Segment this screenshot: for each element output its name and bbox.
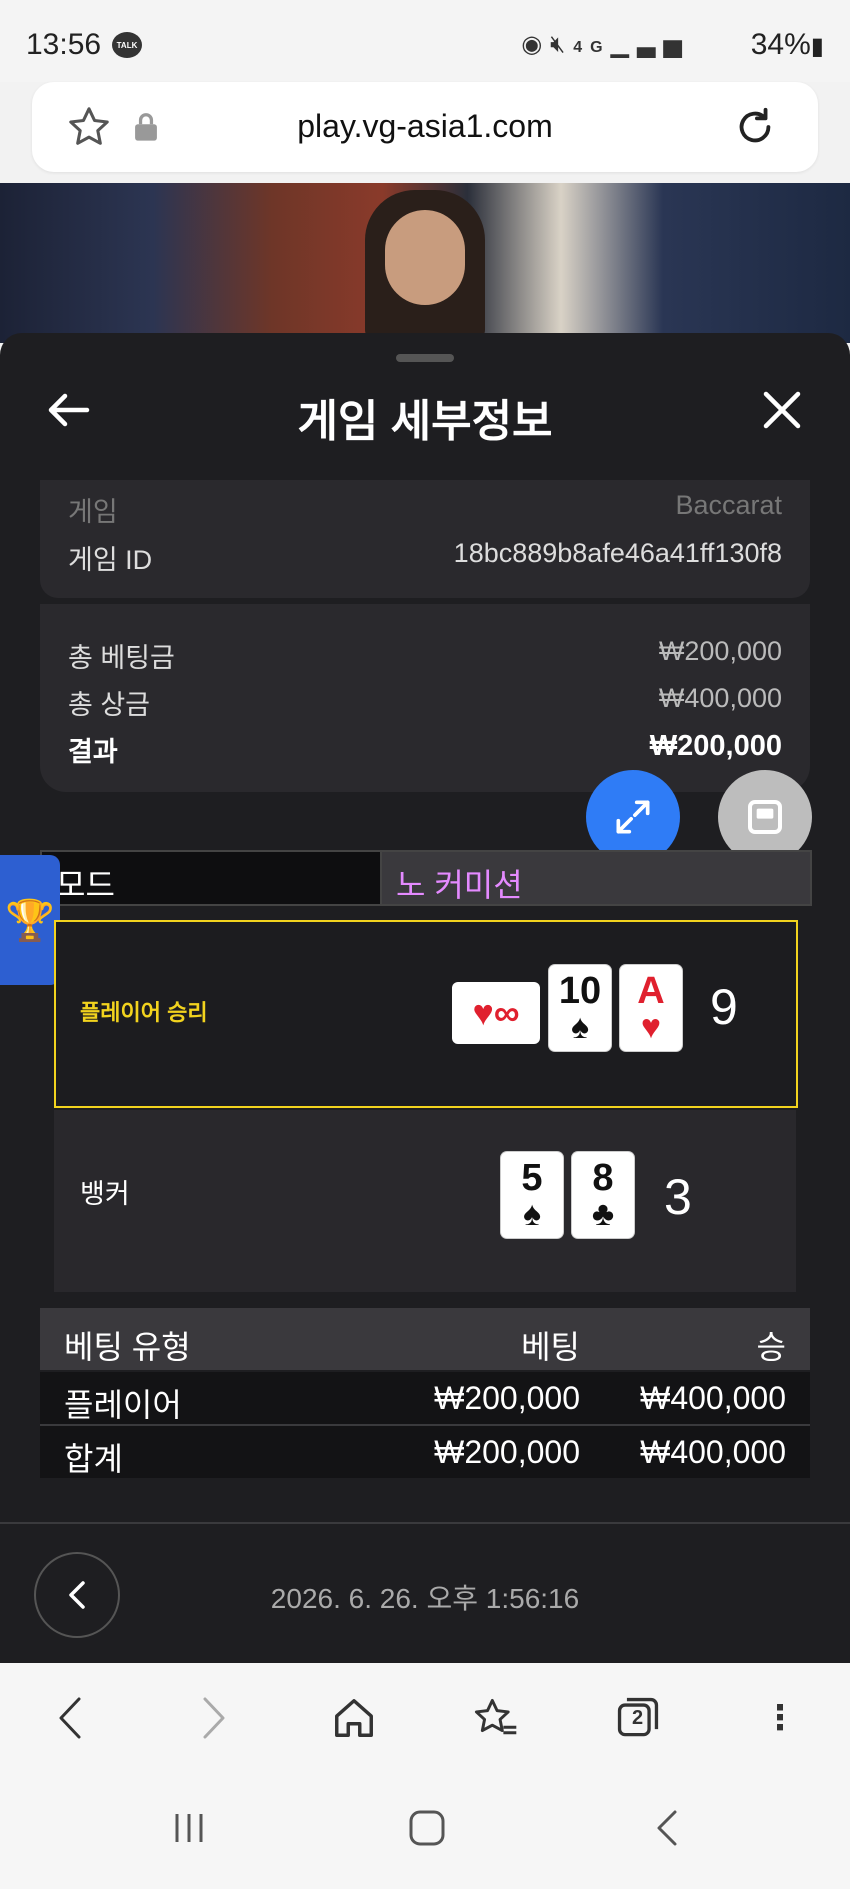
system-back-icon[interactable]	[642, 1803, 692, 1853]
status-bar: 13:56 TALK ◉🔇︎4G▁▃▅ 34%▮	[0, 0, 850, 82]
mute-icon: 🔇︎	[550, 31, 574, 58]
mode-value: 노 커미션	[396, 867, 523, 903]
mode-label-cell: 모드	[40, 850, 382, 906]
close-icon[interactable]	[752, 380, 812, 440]
more-menu-icon[interactable]: ⋮	[760, 1683, 800, 1753]
game-value: Baccarat	[675, 490, 782, 520]
battery-icon: ▮	[810, 33, 824, 60]
tabs-button[interactable]: 2	[608, 1683, 668, 1753]
total-prize-label: 총 상금	[68, 690, 151, 720]
banker-card-1: 5 ♠	[501, 1152, 563, 1238]
battery-level: 34%▮	[750, 28, 824, 61]
browser-toolbar: 2 ⋮	[0, 1663, 850, 1773]
page-title: 게임 세부정보	[297, 397, 553, 446]
network-type: 4G	[573, 39, 611, 56]
mode-value-cell: 노 커미션	[380, 850, 812, 906]
url-text[interactable]: play.vg-asia1.com	[32, 108, 818, 145]
clock: 13:56	[26, 28, 102, 61]
total-bet: ₩200,000	[434, 1434, 580, 1470]
status-icons: ◉🔇︎4G▁▃▅	[521, 30, 690, 59]
recent-apps-icon[interactable]	[164, 1803, 214, 1853]
home-screen-icon[interactable]	[402, 1803, 452, 1853]
dealer-face	[385, 210, 465, 305]
player-card-2: 10 ♠	[549, 965, 611, 1051]
bookmarks-icon[interactable]	[466, 1683, 526, 1753]
browser-back-icon[interactable]	[40, 1683, 100, 1753]
window-icon	[748, 800, 782, 834]
address-bar[interactable]: play.vg-asia1.com	[32, 82, 818, 172]
col-bet: 베팅	[521, 1329, 580, 1365]
row-bet: ₩200,000	[434, 1380, 580, 1416]
banker-card-2: 8 ♣	[572, 1152, 634, 1238]
browser-forward-icon[interactable]	[184, 1683, 244, 1753]
total-win: ₩400,000	[640, 1434, 786, 1470]
home-icon[interactable]	[324, 1683, 384, 1753]
total-prize-value: ₩400,000	[658, 683, 782, 713]
expand-icon	[616, 800, 650, 834]
drag-handle[interactable]	[396, 354, 454, 362]
player-label: 플레이어 승리	[80, 1000, 208, 1025]
total-type: 합계	[64, 1441, 123, 1477]
game-id-value: 18bc889b8afe46a41ff130f8	[453, 538, 782, 568]
bet-table-header: 베팅 유형 베팅 승	[40, 1308, 810, 1370]
total-bet-label: 총 베팅금	[68, 643, 175, 673]
total-bet-value: ₩200,000	[658, 636, 782, 666]
trophy-icon[interactable]: 🏆	[0, 855, 60, 985]
result-label: 결과	[68, 737, 118, 767]
result-value: ₩200,000	[649, 730, 782, 762]
player-card-1: ♥ ∞	[452, 982, 540, 1044]
row-win: ₩400,000	[640, 1380, 786, 1416]
player-card-3: A ♥	[620, 965, 682, 1051]
game-timestamp: 2026. 6. 26. 오후 1:56:16	[270, 1583, 580, 1614]
game-label: 게임	[68, 497, 118, 527]
sync-icon: ◉	[521, 31, 551, 58]
reload-icon[interactable]	[732, 104, 778, 150]
game-id-label: 게임 ID	[68, 545, 153, 575]
mode-label: 모드	[56, 867, 115, 903]
col-bet-type: 베팅 유형	[64, 1329, 191, 1365]
divider	[0, 1522, 850, 1524]
table-row-total: 합계 ₩200,000 ₩400,000	[40, 1426, 810, 1478]
banker-total: 3	[664, 1169, 692, 1225]
tab-count: 2	[632, 1707, 644, 1729]
table-row: 플레이어 ₩200,000 ₩400,000	[40, 1372, 810, 1426]
talk-notification-icon: TALK	[112, 32, 142, 58]
banker-label: 뱅커	[80, 1179, 130, 1209]
col-win: 승	[756, 1329, 786, 1365]
player-total: 9	[710, 979, 738, 1035]
signal-icon: ▁▃▅	[610, 31, 690, 58]
system-navigation-bar	[0, 1773, 850, 1889]
row-type: 플레이어	[64, 1387, 182, 1423]
